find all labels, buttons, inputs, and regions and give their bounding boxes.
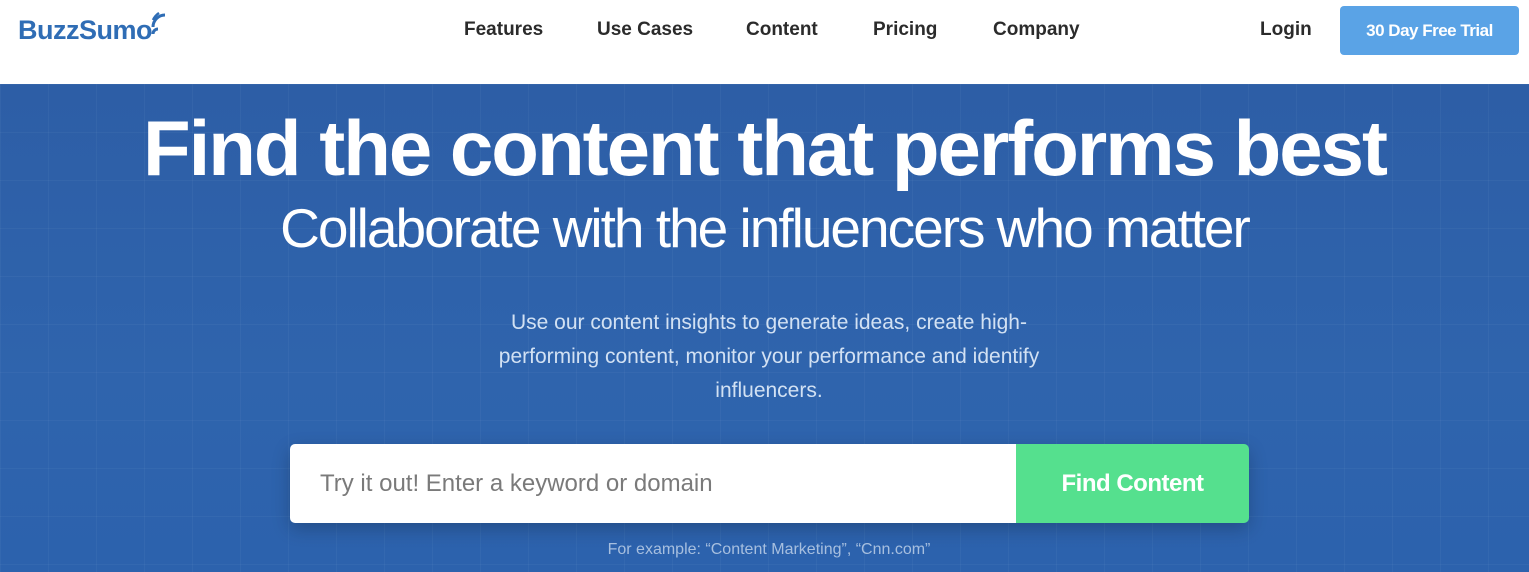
search-form: Find Content	[290, 444, 1249, 523]
hero-headline: Find the content that performs best	[142, 104, 1388, 192]
nav-pricing[interactable]: Pricing	[873, 19, 937, 41]
nav-features[interactable]: Features	[464, 19, 543, 41]
site-header: BuzzSumo Features Use Cases Content Pric…	[0, 0, 1529, 84]
free-trial-button[interactable]: 30 Day Free Trial	[1340, 6, 1519, 55]
nav-content[interactable]: Content	[746, 19, 818, 41]
find-content-button[interactable]: Find Content	[1016, 444, 1249, 523]
search-example-text: For example: “Content Marketing”, “Cnn.c…	[607, 541, 931, 558]
hero-description: Use our content insights to generate ide…	[498, 311, 1040, 402]
hero-section: Find the content that performs best Coll…	[0, 84, 1529, 572]
search-input[interactable]	[290, 444, 1016, 523]
hero-subheadline: Collaborate with the influencers who mat…	[280, 197, 1251, 259]
nav-use-cases[interactable]: Use Cases	[597, 19, 693, 41]
login-link[interactable]: Login	[1260, 19, 1312, 41]
nav-company[interactable]: Company	[993, 19, 1080, 41]
